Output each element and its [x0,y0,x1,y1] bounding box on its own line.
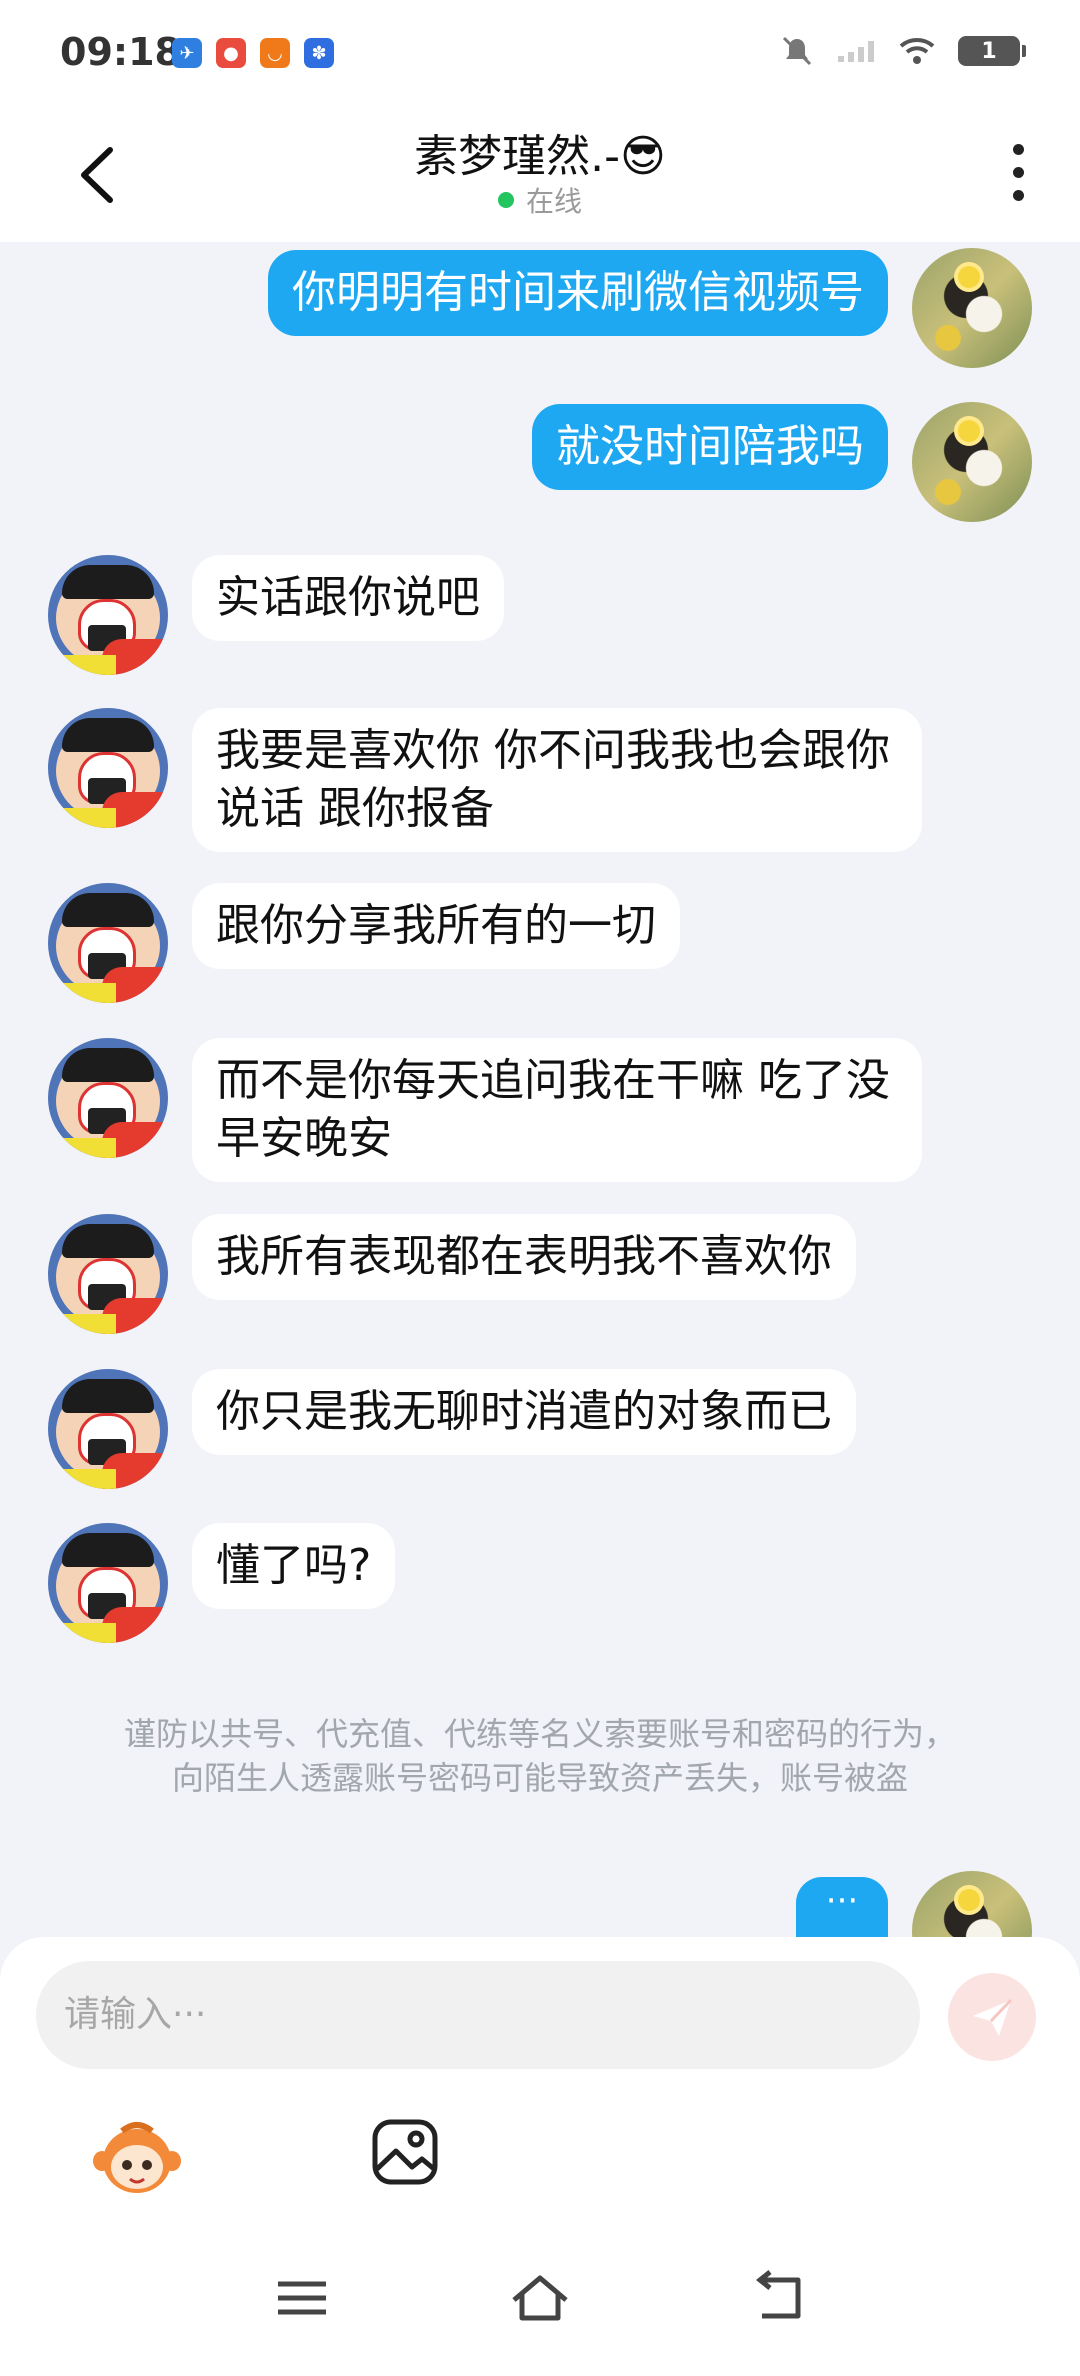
contact-avatar[interactable] [48,1523,168,1643]
security-notice: 谨防以共号、代充值、代练等名义索要账号和密码的行为， 向陌生人透露账号密码可能导… [60,1712,1020,1800]
online-status: 在线 [0,180,1080,220]
contact-avatar[interactable] [48,555,168,675]
contact-avatar[interactable] [48,1214,168,1334]
send-button[interactable] [948,1973,1036,2061]
my-avatar[interactable] [912,248,1032,368]
contact-avatar[interactable] [48,1038,168,1158]
typing-indicator: ··· [796,1877,888,1937]
notification-icons: ✈ ● ◡ ✽ [172,38,334,68]
more-options-icon[interactable] [1010,144,1026,204]
security-notice-line: 向陌生人透露账号密码可能导致资产丢失，账号被盗 [171,1759,908,1797]
back-navigation-icon[interactable] [748,2270,812,2326]
my-avatar[interactable] [912,402,1032,522]
message-bubble[interactable]: 就没时间陪我吗 [532,404,888,490]
contact-avatar[interactable] [48,883,168,1003]
online-dot-icon [497,192,514,208]
image-picker-icon[interactable] [370,2117,440,2187]
message-bubble[interactable]: 而不是你每天追问我在干嘛 吃了没 早安晚安 [192,1038,922,1182]
status-time: 09:18 [60,30,181,74]
send-icon [973,1998,1013,2036]
online-status-label: 在线 [525,185,582,218]
message-bubble[interactable]: 跟你分享我所有的一切 [192,883,680,969]
menu-icon[interactable] [270,2270,334,2326]
message-bubble[interactable]: 你明明有时间来刷微信视频号 [268,250,888,336]
home-icon[interactable] [508,2270,572,2326]
signal-icon [838,41,874,62]
my-avatar[interactable] [912,1871,1032,1937]
message-bubble[interactable]: 你只是我无聊时消遣的对象而已 [192,1369,856,1455]
contact-avatar[interactable] [48,1369,168,1489]
map-notification-icon: ● [216,38,246,68]
message-bubble[interactable]: 懂了吗? [192,1523,396,1609]
security-notice-line: 谨防以共号、代充值、代练等名义索要账号和密码的行为， [123,1715,956,1753]
message-bubble[interactable]: 我要是喜欢你 你不问我我也会跟你说话 跟你报备 [192,708,922,852]
message-list[interactable]: 你明明有时间来刷微信视频号 就没时间陪我吗 实话跟你说吧 我要是喜欢你 你不问我… [0,242,1080,1937]
app-notification-icon: ✈ [172,38,202,68]
chat-header: 素梦瑾然.-😎 在线 [0,110,1080,242]
contact-avatar[interactable] [48,708,168,828]
emoji-mascot-icon[interactable] [92,2119,182,2199]
battery-indicator: 1 [958,36,1026,66]
message-input[interactable]: 请输入··· [36,1961,920,2069]
message-bubble[interactable]: 实话跟你说吧 [192,555,504,641]
shop-notification-icon: ◡ [260,38,290,68]
mute-icon [782,36,812,66]
status-bar: 09:18 ✈ ● ◡ ✽ 1 [0,0,1080,110]
paw-notification-icon: ✽ [304,38,334,68]
status-indicators: 1 [780,34,1026,68]
contact-name[interactable]: 素梦瑾然.-😎 [0,120,1080,184]
message-bubble[interactable]: 我所有表现都在表明我不喜欢你 [192,1214,856,1300]
wifi-icon [899,38,935,64]
system-navigation-bar [0,2220,1080,2376]
